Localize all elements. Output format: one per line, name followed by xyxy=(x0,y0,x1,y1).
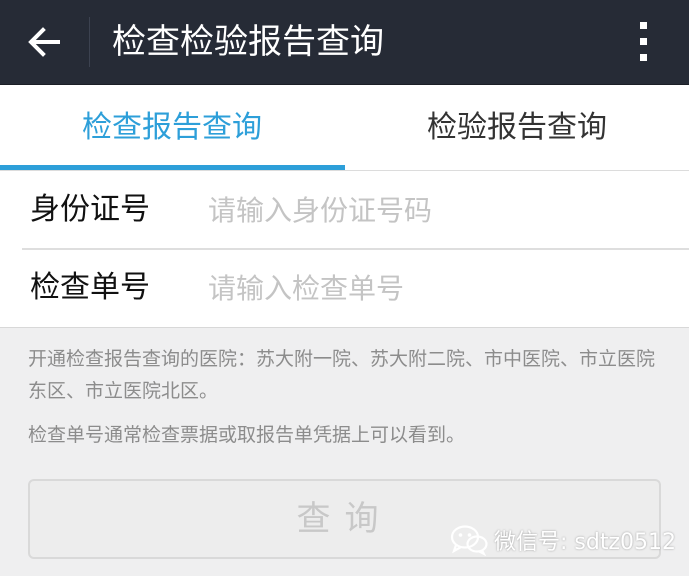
exam-number-row: 检查单号 xyxy=(0,249,689,327)
tab-exam-report[interactable]: 检查报告查询 xyxy=(0,85,344,170)
tab-lab-report[interactable]: 检验报告查询 xyxy=(345,85,689,170)
id-number-row: 身份证号 xyxy=(0,171,689,250)
arrow-left-icon xyxy=(28,27,60,57)
page-title: 检查检验报告查询 xyxy=(112,22,384,62)
more-menu-button[interactable] xyxy=(620,14,668,70)
more-vertical-icon-dot xyxy=(640,54,647,61)
id-number-label: 身份证号 xyxy=(30,192,150,227)
exam-number-tip-text: 检查单号通常检查票据或取报告单凭据上可以看到。 xyxy=(28,424,466,446)
wechat-icon xyxy=(450,525,488,556)
id-number-input[interactable] xyxy=(208,183,668,237)
more-vertical-icon-dot xyxy=(640,38,647,45)
exam-number-label: 检查单号 xyxy=(30,270,150,305)
wechat-watermark: 微信号: sdtz0512 xyxy=(450,522,676,558)
tab-bar: 检查报告查询 检验报告查询 xyxy=(0,85,689,171)
hospitals-info-text: 开通检查报告查询的医院：苏大附一院、苏大附二院、市中医院、市立医院东区、市立医院… xyxy=(28,348,656,402)
exam-number-input[interactable] xyxy=(208,261,668,315)
query-form: 身份证号 检查单号 xyxy=(0,171,689,328)
watermark-text: 微信号: sdtz0512 xyxy=(494,530,676,555)
tab-indicator xyxy=(0,165,345,170)
appbar-divider xyxy=(89,17,90,67)
app-bar: 检查检验报告查询 xyxy=(0,0,689,85)
back-button[interactable] xyxy=(0,0,88,84)
more-vertical-icon xyxy=(640,22,647,29)
